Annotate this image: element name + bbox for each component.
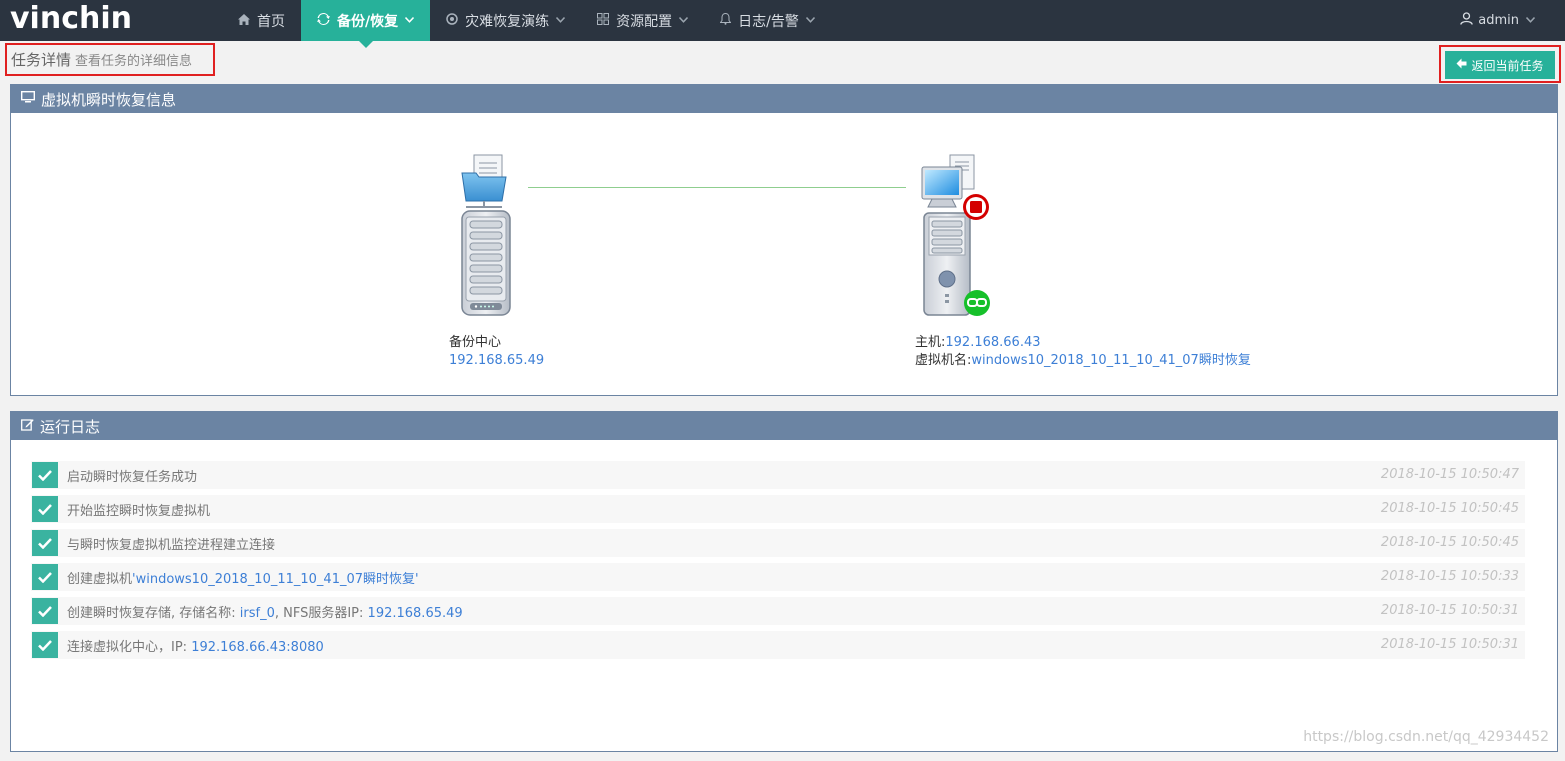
log-entry: 创建虚拟机'windows10_2018_10_11_10_41_07瞬时恢复'… <box>31 563 1525 591</box>
log-text: 创建瞬时恢复存储, 存储名称: <box>67 605 240 621</box>
vm-name[interactable]: windows10_2018_10_11_10_41_07瞬时恢复 <box>971 353 1250 368</box>
page-subtitle: 查看任务的详细信息 <box>75 54 193 69</box>
log-link-nfs-ip[interactable]: 192.168.65.49 <box>368 606 463 621</box>
connection-line <box>528 187 906 188</box>
log-timestamp: 2018-10-15 10:50:31 <box>1380 637 1519 652</box>
log-entry: 创建瞬时恢复存储, 存储名称: irsf_0, NFS服务器IP: 192.16… <box>31 597 1525 625</box>
nav-item-home[interactable]: 首页 <box>222 0 301 41</box>
backup-center-ip[interactable]: 192.168.65.49 <box>449 352 544 370</box>
log-entry: 开始监控瞬时恢复虚拟机 2018-10-15 10:50:45 <box>31 495 1525 523</box>
backup-server-icon <box>461 154 511 316</box>
grid-icon <box>597 13 610 28</box>
log-timestamp: 2018-10-15 10:50:47 <box>1380 467 1519 482</box>
nav-label: 灾难恢复演练 <box>465 13 550 30</box>
nav-label: 首页 <box>257 13 285 30</box>
log-list: 启动瞬时恢复任务成功 2018-10-15 10:50:47 开始监控瞬时恢复虚… <box>31 461 1525 665</box>
user-icon <box>1460 12 1474 29</box>
nav-item-backup-restore[interactable]: 备份/恢复 <box>301 0 431 48</box>
target-info: 主机:192.168.66.43 虚拟机名:windows10_2018_10_… <box>915 334 1251 370</box>
log-message: 创建瞬时恢复存储, 存储名称: irsf_0, NFS服务器IP: 192.16… <box>67 602 463 621</box>
log-entry: 启动瞬时恢复任务成功 2018-10-15 10:50:47 <box>31 461 1525 489</box>
topology-diagram: 备份中心 192.168.65.49 主机:192.168.66.43 虚拟机名… <box>11 113 1557 395</box>
sync-icon <box>317 13 330 28</box>
chevron-down-icon <box>1525 15 1536 26</box>
panel-title: 虚拟机瞬时恢复信息 <box>41 90 177 109</box>
log-link-storage[interactable]: irsf_0 <box>240 606 275 621</box>
check-icon <box>32 598 58 624</box>
log-link-vm[interactable]: 'windows10_2018_10_11_10_41_07瞬时恢复' <box>132 572 419 587</box>
back-to-current-task-button[interactable]: 返回当前任务 <box>1445 51 1555 79</box>
main-nav: 首页 备份/恢复 灾难恢复演练 资源配置 日志/告警 <box>222 0 831 48</box>
chevron-down-icon <box>679 15 689 26</box>
target-host-icon <box>921 154 990 316</box>
chevron-down-icon <box>805 15 815 26</box>
log-timestamp: 2018-10-15 10:50:33 <box>1380 569 1519 584</box>
nav-item-resources[interactable]: 资源配置 <box>581 0 704 41</box>
check-icon <box>32 564 58 590</box>
log-timestamp: 2018-10-15 10:50:45 <box>1380 501 1519 516</box>
check-icon <box>32 632 58 658</box>
page-title: 任务详情 <box>11 51 72 69</box>
host-ip[interactable]: 192.168.66.43 <box>945 335 1040 350</box>
log-message: 与瞬时恢复虚拟机监控进程建立连接 <box>67 537 276 553</box>
username: admin <box>1478 13 1519 28</box>
back-button-highlight: 返回当前任务 <box>1439 45 1561 83</box>
log-text: 连接虚拟化中心，IP: <box>67 639 192 655</box>
log-message: 启动瞬时恢复任务成功 <box>67 469 198 485</box>
back-button-label: 返回当前任务 <box>1471 58 1544 73</box>
log-message: 创建虚拟机'windows10_2018_10_11_10_41_07瞬时恢复' <box>67 568 419 587</box>
drill-icon <box>446 13 458 28</box>
bell-icon <box>719 12 732 28</box>
top-navbar: vinchin 首页 备份/恢复 灾难恢复演练 资源配置 日志/告警 admin <box>0 0 1565 48</box>
vm-line: 虚拟机名:windows10_2018_10_11_10_41_07瞬时恢复 <box>915 352 1251 370</box>
home-icon <box>238 13 250 28</box>
nav-label: 资源配置 <box>616 13 673 30</box>
backup-center-label: 备份中心 <box>449 335 502 350</box>
host-label: 主机: <box>915 335 946 350</box>
run-log-panel: 运行日志 启动瞬时恢复任务成功 2018-10-15 10:50:47 开始监控… <box>10 411 1558 752</box>
chevron-down-icon <box>556 15 566 26</box>
edit-icon <box>21 418 34 435</box>
log-entry: 与瞬时恢复虚拟机监控进程建立连接 2018-10-15 10:50:45 <box>31 529 1525 557</box>
panel-title: 运行日志 <box>40 417 101 436</box>
log-entry: 连接虚拟化中心，IP: 192.168.66.43:8080 2018-10-1… <box>31 631 1525 659</box>
page-header: 任务详情 查看任务的详细信息 <box>5 43 215 76</box>
check-icon <box>32 530 58 556</box>
nav-item-logs-alerts[interactable]: 日志/告警 <box>704 0 831 41</box>
log-message: 开始监控瞬时恢复虚拟机 <box>67 503 211 519</box>
user-menu[interactable]: admin <box>1460 0 1536 41</box>
panel-header: 虚拟机瞬时恢复信息 <box>11 85 1557 113</box>
vm-restore-info-panel: 虚拟机瞬时恢复信息 备份中心 192.168.65.49 主机:192.168.… <box>10 84 1558 396</box>
log-link-ip[interactable]: 192.168.66.43:8080 <box>191 640 324 655</box>
app-logo[interactable]: vinchin <box>10 0 132 41</box>
log-text: , NFS服务器IP: <box>274 605 368 621</box>
panel-header: 运行日志 <box>11 412 1557 440</box>
log-text: 创建虚拟机 <box>67 571 133 587</box>
host-line: 主机:192.168.66.43 <box>915 334 1251 352</box>
nav-label: 日志/告警 <box>738 13 799 30</box>
log-timestamp: 2018-10-15 10:50:31 <box>1380 603 1519 618</box>
arrow-left-icon <box>1456 58 1467 72</box>
chevron-down-icon <box>405 15 415 26</box>
nav-item-dr-drill[interactable]: 灾难恢复演练 <box>430 0 581 41</box>
log-message: 连接虚拟化中心，IP: 192.168.66.43:8080 <box>67 636 324 655</box>
backup-center-info: 备份中心 192.168.65.49 <box>449 334 544 370</box>
watermark: https://blog.csdn.net/qq_42934452 <box>1303 729 1549 745</box>
nav-label: 备份/恢复 <box>337 13 399 30</box>
check-icon <box>32 462 58 488</box>
vm-label: 虚拟机名: <box>915 353 972 368</box>
monitor-icon <box>20 90 36 107</box>
log-timestamp: 2018-10-15 10:50:45 <box>1380 535 1519 550</box>
check-icon <box>32 496 58 522</box>
